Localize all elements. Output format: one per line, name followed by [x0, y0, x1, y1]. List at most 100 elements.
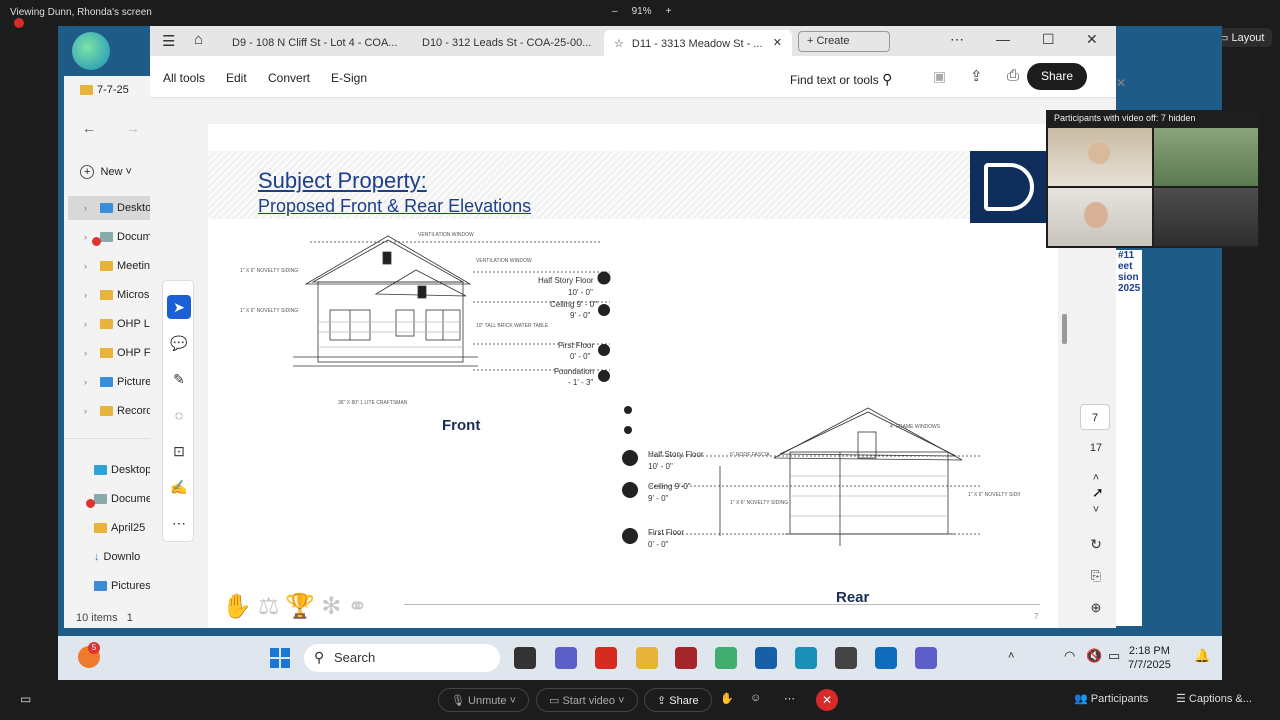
select-tool-icon[interactable]: ➤: [167, 295, 191, 319]
hand-icon[interactable]: ✋: [720, 692, 734, 705]
tray-chevron-icon[interactable]: ˄: [1008, 650, 1014, 662]
save-icon[interactable]: ▣: [933, 68, 946, 85]
close-window-icon[interactable]: ✕: [1086, 31, 1098, 48]
participants-button[interactable]: 👥 Participants: [1074, 692, 1148, 705]
folder-icon: [80, 85, 93, 96]
edge-app-icon[interactable]: [72, 32, 110, 70]
nav-item[interactable]: › OHP F: [84, 347, 150, 359]
more-icon[interactable]: ⋯: [784, 692, 795, 705]
zoom-out-button[interactable]: –: [612, 6, 618, 17]
current-page-field[interactable]: 7: [1080, 404, 1110, 430]
participant-video[interactable]: [1048, 188, 1152, 246]
quick-item[interactable]: Docume: [94, 493, 152, 505]
unmute-button[interactable]: 🎙 Unmute ˅: [438, 688, 530, 712]
svg-text:1" X 6" NOVELTY SIDING: 1" X 6" NOVELTY SIDING: [968, 492, 1020, 498]
tab-d11[interactable]: ☆ D11 - 3313 Meadow St - ... ✕: [604, 30, 792, 56]
upload-icon[interactable]: ⇪: [970, 67, 983, 85]
nav-item[interactable]: › Meetin: [84, 260, 150, 272]
front-elevation-drawing: 1" X 6" NOVELTY SIDING 1" X 6" NOVELTY S…: [240, 232, 611, 406]
status-bar: 10 items 1: [76, 612, 133, 624]
outlook-icon[interactable]: [875, 647, 897, 669]
zoom-in-icon[interactable]: ⊕: [1086, 600, 1106, 616]
quick-item[interactable]: ↓ Downlo: [94, 551, 140, 563]
video-off-icon: ▭: [549, 695, 563, 707]
back-icon[interactable]: ←: [82, 120, 96, 136]
quick-item[interactable]: April25: [94, 522, 145, 534]
rotate-icon[interactable]: ↻: [1086, 536, 1106, 553]
zoom-top-bar: Viewing Dunn, Rhonda's screen – 91% +: [0, 0, 1280, 26]
pdf-page: Subject Property: Proposed Front & Rear …: [208, 124, 1067, 628]
find-tools-button[interactable]: Find text or tools ⚲: [790, 71, 892, 88]
zoom-in-button[interactable]: +: [666, 6, 672, 17]
leave-meeting-button[interactable]: ✕: [816, 689, 838, 711]
acrobat-icon[interactable]: [595, 647, 617, 669]
menu-icon[interactable]: ☰: [162, 32, 175, 50]
share-button[interactable]: Share: [1027, 63, 1087, 90]
captions-button[interactable]: ☰ Captions &...: [1176, 692, 1252, 705]
app-icon[interactable]: [755, 647, 777, 669]
nav-item[interactable]: › Deskto: [84, 202, 151, 214]
nav-item[interactable]: › Picture: [84, 376, 151, 388]
page-extract-icon[interactable]: ⎘: [1086, 568, 1106, 584]
nav-item[interactable]: › Record: [84, 405, 152, 417]
taskview-icon[interactable]: [514, 647, 536, 669]
maximize-icon[interactable]: ☐: [1042, 31, 1055, 48]
sign-tool-icon[interactable]: ✍: [167, 475, 191, 499]
tab-d9[interactable]: D9 - 108 N Cliff St - Lot 4 - COA...: [222, 30, 407, 56]
trophy-icon: 🏆: [285, 593, 322, 620]
front-level-value: - 1' - 3": [568, 378, 594, 387]
next-page-icon[interactable]: ˅: [1086, 504, 1106, 516]
search-icon: ⚲: [882, 71, 893, 87]
nav-item[interactable]: › Micros: [84, 289, 149, 301]
participant-video[interactable]: [1154, 188, 1258, 246]
participant-video[interactable]: [1048, 128, 1152, 186]
taskbar-search[interactable]: ⚲ Search: [304, 644, 500, 672]
participant-video[interactable]: [1154, 128, 1258, 186]
app-icon[interactable]: [835, 647, 857, 669]
home-icon[interactable]: ⌂: [194, 31, 203, 48]
explorer-icon[interactable]: [636, 647, 658, 669]
rear-level-value: 0' - 0": [648, 540, 669, 549]
battery-icon[interactable]: ▭: [1108, 648, 1120, 664]
print-icon[interactable]: ⎙: [1007, 67, 1019, 84]
edit-button[interactable]: Edit: [226, 71, 247, 85]
teams-icon[interactable]: [915, 647, 937, 669]
start-video-button[interactable]: ▭ Start video ˅: [536, 688, 638, 712]
share-screen-button[interactable]: ⇪ Share: [644, 688, 712, 712]
taskbar-clock[interactable]: 2:18 PM 7/7/2025: [1128, 644, 1171, 672]
scales-icon: ⚖: [257, 593, 286, 620]
create-tab-button[interactable]: + Create: [798, 31, 890, 52]
pen-tool-icon[interactable]: ✎: [167, 367, 191, 391]
wifi-icon[interactable]: ◠: [1064, 648, 1075, 664]
hand-icon: ✋: [222, 593, 258, 620]
doc-scrollbar-thumb[interactable]: [1062, 314, 1067, 344]
volume-icon[interactable]: 🔇: [1086, 648, 1102, 664]
zoom-app-icon[interactable]: [555, 647, 577, 669]
text-select-tool-icon[interactable]: ⊡: [167, 439, 191, 463]
esign-button[interactable]: E-Sign: [331, 71, 367, 85]
forward-icon[interactable]: →: [126, 120, 140, 136]
quick-item[interactable]: Desktop: [94, 464, 151, 476]
minimize-icon[interactable]: —: [996, 31, 1010, 47]
more-tools-icon[interactable]: ⋯: [167, 511, 191, 535]
convert-button[interactable]: Convert: [268, 71, 310, 85]
chat-icon[interactable]: ▭: [20, 692, 31, 706]
start-icon[interactable]: [270, 648, 290, 668]
quick-item[interactable]: Pictures: [94, 580, 151, 592]
edge-icon[interactable]: [795, 647, 817, 669]
svg-text:5" ROOF FASCIA: 5" ROOF FASCIA: [730, 452, 770, 458]
comment-tool-icon[interactable]: 💬: [167, 331, 191, 355]
close-panel-icon[interactable]: ✕: [1116, 76, 1126, 90]
tab-d10[interactable]: D10 - 312 Leads St - COA-25-00...: [412, 30, 601, 56]
all-tools-button[interactable]: All tools: [163, 71, 205, 85]
access-icon[interactable]: [675, 647, 697, 669]
lasso-tool-icon[interactable]: ◌: [167, 403, 191, 427]
notifications-icon[interactable]: 🔔: [1194, 648, 1210, 664]
prev-page-icon[interactable]: ˄: [1086, 472, 1106, 484]
nav-item[interactable]: › OHP L: [84, 318, 150, 330]
more-icon[interactable]: ⋯: [950, 31, 964, 48]
new-button[interactable]: + New ˅: [80, 165, 132, 179]
reactions-icon[interactable]: ☺: [750, 692, 761, 704]
svg-text:4" FRAME WINDOWS: 4" FRAME WINDOWS: [890, 424, 941, 430]
app-icon[interactable]: [715, 647, 737, 669]
